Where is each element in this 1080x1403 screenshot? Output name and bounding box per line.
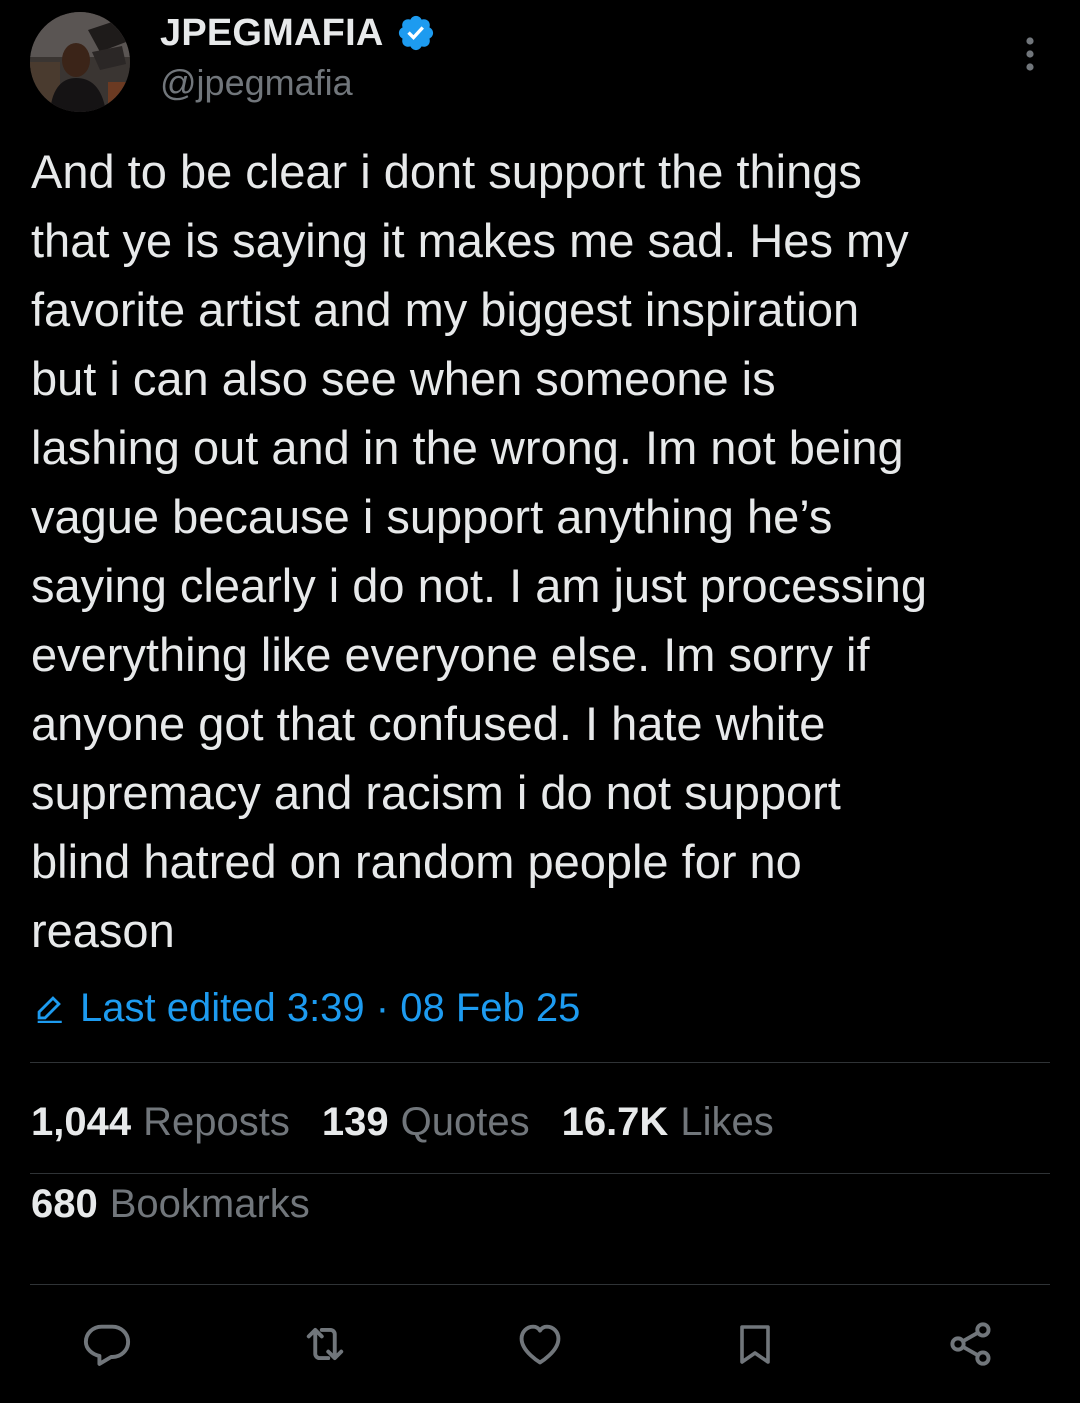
author-name-row[interactable]: JPEGMAFIA — [160, 8, 436, 58]
reply-icon — [83, 1324, 131, 1366]
like-icon — [519, 1324, 561, 1365]
handle[interactable]: @jpegmafia — [160, 62, 353, 104]
likes-stat[interactable]: 16.7K Likes — [562, 1100, 774, 1145]
bookmarks-stat[interactable]: 680 Bookmarks — [31, 1176, 310, 1232]
reposts-label: Reposts — [143, 1099, 290, 1144]
pencil-edit-icon — [37, 996, 62, 1024]
more-options-button[interactable] — [1008, 30, 1052, 78]
tweet-text: And to be clear i dont support the thing… — [31, 145, 928, 957]
tweet-action-bar — [0, 1312, 1080, 1382]
bookmarks-count: 680 — [31, 1181, 98, 1226]
reposts-stat[interactable]: 1,044 Reposts — [31, 1100, 290, 1145]
divider — [30, 1173, 1050, 1174]
like-button[interactable] — [508, 1312, 572, 1376]
quotes-stat[interactable]: 139 Quotes — [322, 1100, 530, 1145]
bookmarks-label: Bookmarks — [109, 1181, 310, 1226]
tweet-detail: JPEGMAFIA @jpegmafia And to be clear i d… — [0, 0, 1080, 1403]
engagement-stats: 1,044 Reposts 139 Quotes 16.7K Likes — [31, 1094, 806, 1150]
display-name[interactable]: JPEGMAFIA — [160, 12, 384, 55]
profile-photo — [30, 12, 130, 112]
bookmark-icon — [740, 1325, 770, 1364]
quotes-label: Quotes — [400, 1099, 530, 1144]
last-edited-label[interactable]: Last edited 3:39 · 08 Feb 25 — [80, 986, 580, 1031]
divider — [30, 1284, 1050, 1285]
reposts-count: 1,044 — [31, 1099, 132, 1144]
likes-label: Likes — [680, 1099, 774, 1144]
last-edited-link[interactable]: Last edited 3:39 · 08 Feb 25 — [32, 980, 580, 1036]
reply-button[interactable] — [75, 1312, 139, 1376]
more-vertical-icon — [1026, 37, 1034, 71]
share-icon — [950, 1322, 991, 1366]
likes-count: 16.7K — [561, 1099, 669, 1144]
share-button[interactable] — [939, 1312, 1003, 1376]
repost-button[interactable] — [293, 1312, 357, 1376]
avatar[interactable] — [30, 12, 130, 112]
verified-badge-icon — [396, 13, 436, 53]
quotes-count: 139 — [321, 1099, 389, 1144]
bookmark-button[interactable] — [723, 1312, 787, 1376]
repost-icon — [306, 1327, 344, 1361]
divider — [30, 1062, 1050, 1063]
